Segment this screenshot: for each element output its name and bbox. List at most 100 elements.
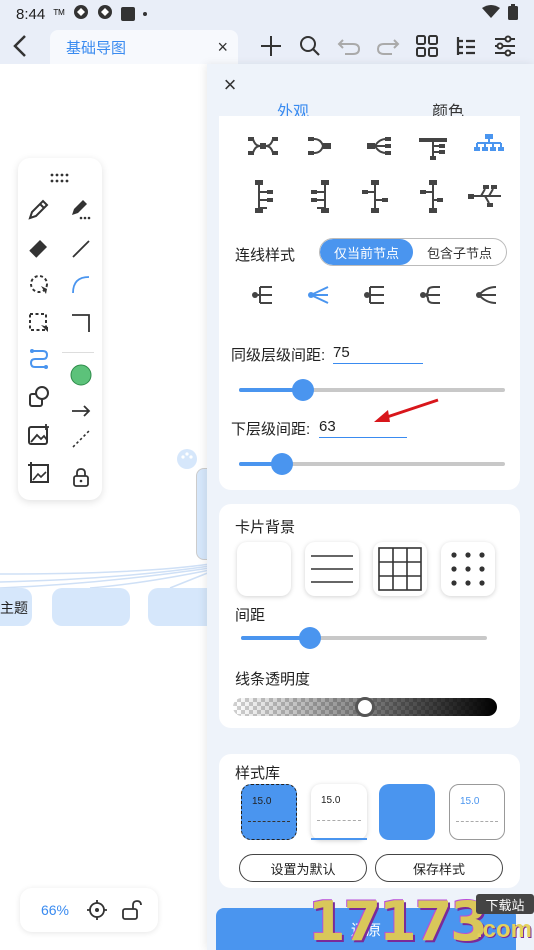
add-button[interactable]	[252, 28, 289, 64]
layout-tree-left-icon[interactable]	[299, 178, 339, 214]
layout-both-sides-icon[interactable]	[243, 128, 283, 164]
style-library-label: 样式库	[235, 765, 281, 782]
watermark-badge: 下载站	[476, 894, 534, 914]
sibling-spacing-label: 同级层级间距:	[231, 347, 326, 364]
eraser-tool-button[interactable]	[24, 232, 54, 262]
lock-tool-button[interactable]	[66, 462, 96, 492]
connector-rounded-icon[interactable]	[413, 280, 449, 310]
spacing-label: 间距	[235, 607, 266, 624]
unlock-button[interactable]	[114, 895, 148, 925]
include-children-option[interactable]: 包含子节点	[413, 239, 506, 265]
bg-dots-option[interactable]	[441, 542, 495, 596]
eraser-icon	[29, 240, 47, 258]
drag-handle-icon[interactable]	[50, 170, 70, 186]
layout-org-chart-icon[interactable]	[469, 126, 509, 162]
style-swatch-value: 15.0	[460, 796, 480, 807]
bg-grid-option[interactable]	[373, 542, 427, 596]
pen-tool-button[interactable]	[24, 194, 54, 224]
dashed-line-icon	[72, 430, 90, 448]
close-tab-icon[interactable]: ×	[217, 37, 228, 58]
image-tool-button[interactable]	[24, 420, 54, 450]
locate-button[interactable]	[80, 895, 114, 925]
child-spacing-thumb[interactable]	[270, 453, 293, 475]
layout-left-icon[interactable]	[357, 128, 397, 164]
top-bar: 基础导图 ×	[0, 28, 534, 64]
connector-elbow-icon[interactable]	[245, 280, 281, 310]
layout-right-icon[interactable]	[301, 128, 341, 164]
mindmap-node[interactable]	[52, 588, 130, 626]
save-style-button[interactable]: 保存样式	[375, 854, 503, 882]
bg-lines-option[interactable]	[305, 542, 359, 596]
lasso-tool-button[interactable]	[24, 270, 54, 300]
sibling-spacing-input[interactable]: 75	[333, 344, 423, 364]
document-title: 基础导图	[66, 39, 127, 57]
layout-tree-both-icon[interactable]	[355, 178, 395, 214]
line-tool-button[interactable]	[66, 234, 96, 264]
connector-tool-button[interactable]	[24, 344, 54, 374]
zoom-level[interactable]: 66%	[30, 902, 80, 918]
layout-down-icon[interactable]	[413, 130, 453, 166]
bg-plain-option[interactable]	[237, 542, 291, 596]
elbow-line-icon	[72, 314, 90, 332]
style-swatch-4[interactable]: 15.0	[449, 784, 505, 840]
current-node-only-option[interactable]: 仅当前节点	[320, 239, 413, 265]
tool-palette	[18, 158, 102, 500]
layout-fishbone-icon[interactable]	[465, 178, 505, 214]
select-tool-button[interactable]	[24, 308, 54, 338]
card-spacing-thumb[interactable]	[298, 627, 321, 649]
set-default-button[interactable]: 设置为默认	[239, 854, 367, 882]
connector-straight-icon[interactable]	[301, 280, 337, 310]
zoom-controls: 66%	[20, 888, 158, 932]
curve-tool-button[interactable]	[66, 270, 96, 300]
layout-timeline-icon[interactable]	[411, 178, 451, 214]
sync-icon-2	[97, 4, 113, 24]
document-tab[interactable]: 基础导图 ×	[50, 30, 238, 64]
undo-button[interactable]	[330, 28, 367, 64]
shape-tool-button[interactable]	[24, 382, 54, 412]
connector-bracket-icon[interactable]	[357, 280, 393, 310]
style-swatch-2[interactable]: 15.0	[311, 784, 367, 840]
highlighter-icon	[72, 200, 91, 220]
style-swatch-1[interactable]: 15.0	[241, 784, 297, 840]
back-button[interactable]	[0, 28, 40, 64]
sibling-spacing-thumb[interactable]	[291, 379, 314, 401]
line-icon	[72, 240, 90, 258]
search-icon	[299, 36, 320, 56]
style-library-card: 样式库 15.0 15.0 15.0 设置为默认 保存样式	[219, 754, 520, 888]
crosshair-icon	[87, 900, 107, 920]
grid-button[interactable]	[408, 28, 445, 64]
undo-icon	[337, 39, 360, 55]
card-background-card: 卡片背景 间距 线条透明度	[219, 504, 520, 728]
color-tool-button[interactable]	[66, 360, 96, 390]
outline-icon	[456, 37, 475, 55]
grid-pattern-icon	[378, 547, 422, 591]
layout-tree-right-icon[interactable]	[245, 178, 285, 214]
connector-icon	[29, 349, 49, 369]
line-opacity-slider[interactable]	[233, 697, 497, 717]
connector-curve-icon[interactable]	[469, 280, 505, 310]
card-background-label: 卡片背景	[235, 519, 296, 536]
palette-divider	[62, 352, 94, 353]
settings-button[interactable]	[486, 28, 523, 64]
highlighter-tool-button[interactable]	[66, 194, 96, 224]
redo-button[interactable]	[369, 28, 406, 64]
dots-pattern-icon	[451, 552, 485, 586]
card-spacing-slider[interactable]	[241, 627, 487, 649]
battery-icon	[508, 4, 518, 24]
crop-tool-button[interactable]	[24, 458, 54, 488]
picture-frame-icon	[28, 462, 49, 483]
sync-icon	[73, 4, 89, 24]
search-button[interactable]	[291, 28, 328, 64]
close-panel-button[interactable]: ×	[219, 72, 241, 98]
elbow-tool-button[interactable]	[66, 308, 96, 338]
outline-button[interactable]	[447, 28, 484, 64]
style-swatch-3[interactable]	[379, 784, 435, 840]
grid-icon	[415, 35, 438, 57]
child-spacing-slider[interactable]	[239, 453, 505, 475]
more-dot-icon	[142, 12, 147, 16]
line-opacity-thumb[interactable]	[355, 697, 375, 717]
palette-icon[interactable]	[176, 448, 198, 475]
line-opacity-label: 线条透明度	[235, 671, 311, 688]
arrow-tool-button[interactable]	[66, 396, 96, 426]
dashed-line-tool-button[interactable]	[66, 424, 96, 454]
